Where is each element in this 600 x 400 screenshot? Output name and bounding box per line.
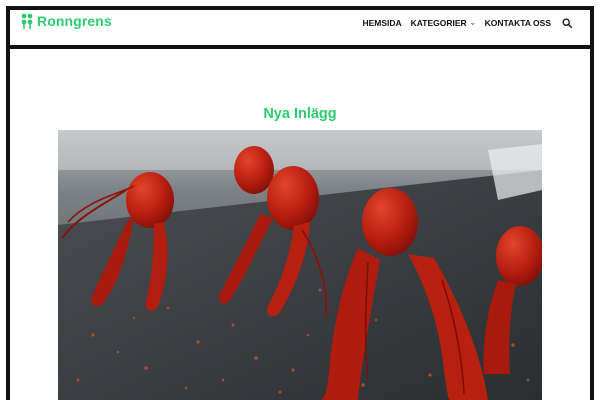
hero-image[interactable] <box>58 130 542 400</box>
nav-item-kontakta-oss[interactable]: KONTAKTA OSS <box>485 18 551 28</box>
nav-item-label: HEMSIDA <box>362 18 402 28</box>
main-nav: HEMSIDA KATEGORIER ⌄ KONTAKTA OSS <box>353 18 572 28</box>
logo-mark-icon <box>21 13 33 29</box>
site-logo[interactable]: Ronngrens <box>20 13 112 29</box>
chevron-down-icon: ⌄ <box>469 20 476 26</box>
nav-item-label: KONTAKTA OSS <box>484 18 551 28</box>
section-title: Nya Inlägg <box>263 106 337 122</box>
header-divider <box>10 45 590 49</box>
nav-item-kategorier[interactable]: KATEGORIER ⌄ <box>411 18 476 28</box>
nav-item-hemsida[interactable]: HEMSIDA <box>362 18 401 28</box>
nav-item-label: KATEGORIER <box>410 18 467 28</box>
search-icon[interactable] <box>562 18 572 28</box>
site-name: Ronngrens <box>37 13 112 29</box>
